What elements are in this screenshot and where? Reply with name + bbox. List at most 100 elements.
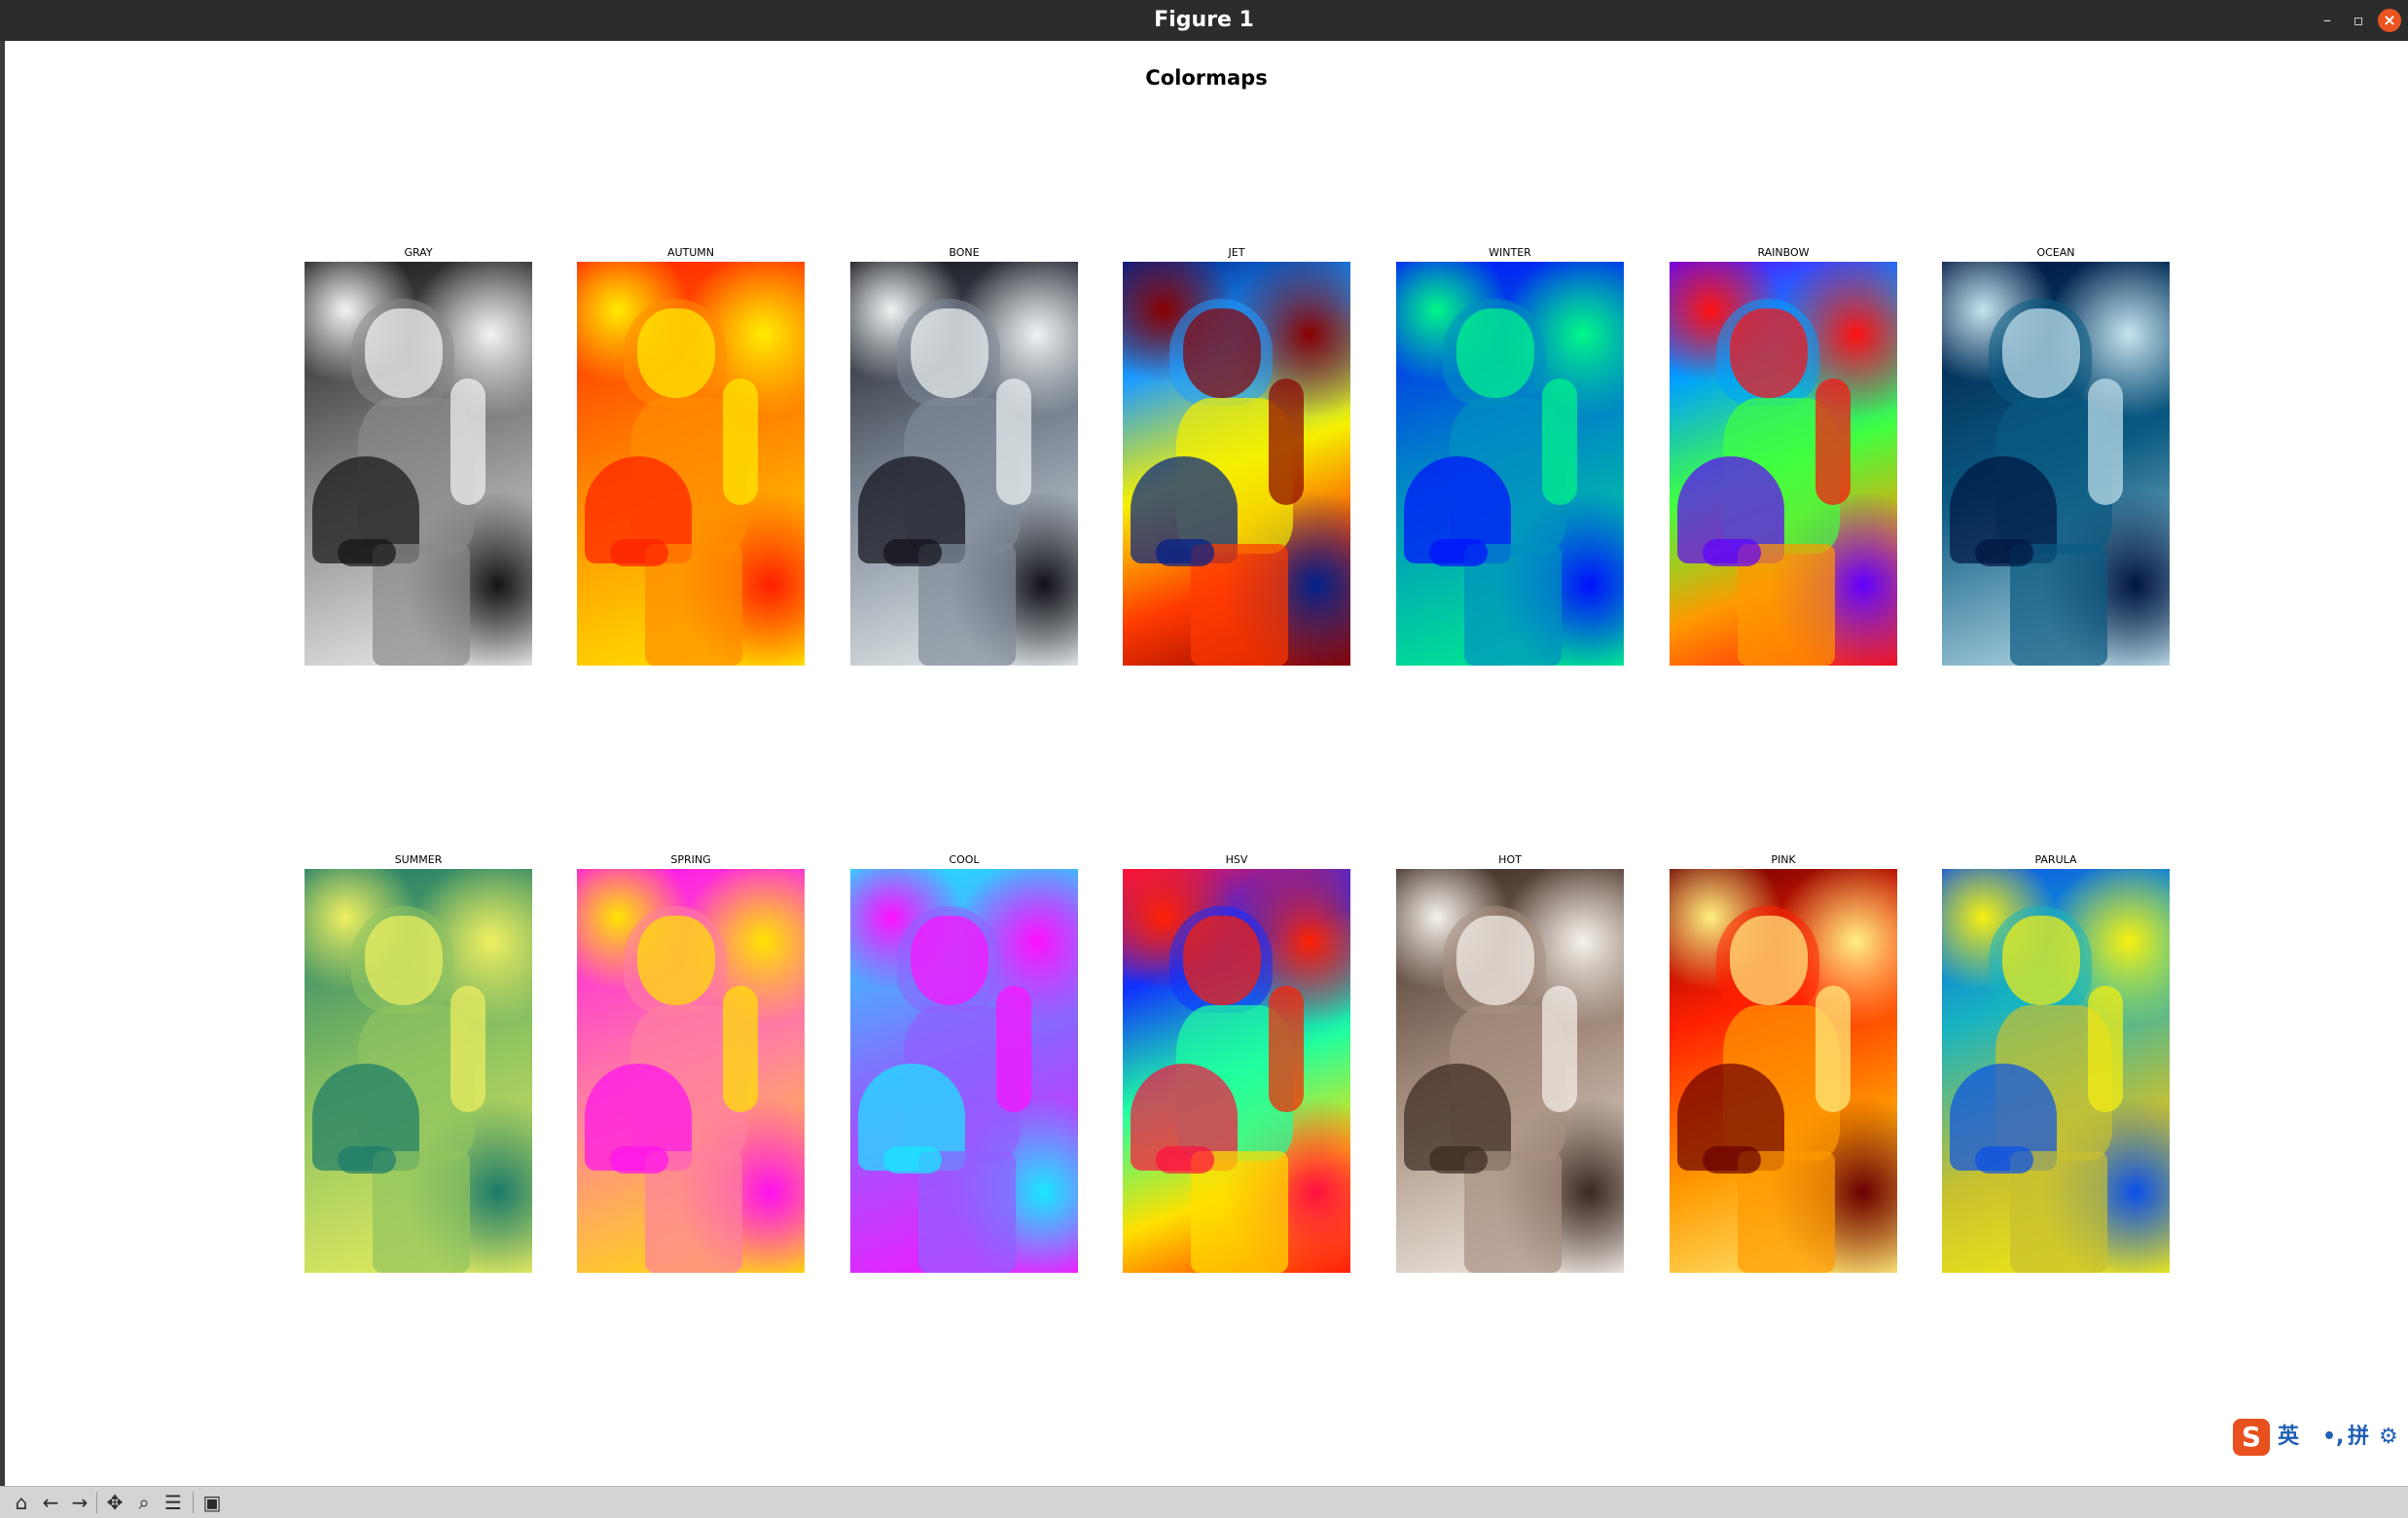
figure-silhouette [1123, 262, 1350, 666]
colormapped-image [1123, 869, 1350, 1273]
colormapped-image [1123, 262, 1350, 666]
colormap-panel-spring: SPRING [577, 853, 805, 1273]
ime-mode-toggle[interactable]: 拼 [2348, 1419, 2369, 1456]
figure-silhouette [1396, 869, 1624, 1273]
zoom-icon[interactable]: ⌕ [132, 1491, 156, 1514]
panel-title: GRAY [404, 246, 433, 259]
silhouette-arm [1269, 379, 1304, 505]
silhouette-glove [610, 539, 668, 566]
colormapped-image [577, 262, 805, 666]
ime-punctuation-toggle[interactable]: •, [2322, 1419, 2344, 1456]
silhouette-head [1456, 916, 1534, 1005]
silhouette-glove [883, 539, 942, 566]
colormap-panel-hot: HOT [1396, 853, 1624, 1273]
silhouette-arm [450, 379, 485, 505]
colormapped-image [1670, 869, 1897, 1273]
figure-silhouette [577, 869, 805, 1273]
colormap-panel-hsv: HSV [1123, 853, 1350, 1273]
silhouette-head [365, 916, 443, 1005]
save-icon[interactable]: ▣ [200, 1491, 224, 1514]
silhouette-glove [610, 1146, 668, 1174]
colormap-panel-autumn: AUTUMN [577, 246, 805, 666]
maximize-button[interactable]: ▫ [2347, 9, 2370, 32]
forward-arrow-icon[interactable]: → [68, 1491, 91, 1514]
silhouette-head [637, 916, 715, 1005]
silhouette-arm [1815, 986, 1851, 1112]
silhouette-head [637, 308, 715, 398]
back-arrow-icon[interactable]: ← [39, 1491, 62, 1514]
colormap-panel-summer: SUMMER [305, 853, 532, 1273]
minimize-button[interactable]: – [2316, 9, 2339, 32]
title-bar: Figure 1 – ▫ × [0, 0, 2408, 41]
colormapped-image [1670, 262, 1897, 666]
silhouette-arm [1269, 986, 1304, 1112]
figure-silhouette [1123, 869, 1350, 1273]
silhouette-glove [1429, 539, 1488, 566]
silhouette-head [1730, 916, 1808, 1005]
silhouette-glove [883, 1146, 942, 1174]
ime-language-toggle[interactable]: 英 [2278, 1419, 2299, 1456]
toolbar-separator [96, 1492, 97, 1513]
ime-settings-icon[interactable]: ⚙ [2379, 1419, 2398, 1456]
silhouette-arm [1542, 986, 1577, 1112]
panel-title: OCEAN [2036, 246, 2075, 259]
window-title: Figure 1 [1154, 8, 1254, 32]
silhouette-head [1183, 308, 1261, 398]
navigation-toolbar: ⌂ ← → ✥ ⌕ ☰ ▣ [0, 1486, 2408, 1518]
figure-silhouette [305, 262, 532, 666]
pan-icon[interactable]: ✥ [103, 1491, 126, 1514]
figure-silhouette [1942, 869, 2170, 1273]
silhouette-arm [450, 986, 485, 1112]
silhouette-head [1183, 916, 1261, 1005]
silhouette-arm [1542, 379, 1577, 505]
toolbar-separator [193, 1492, 194, 1513]
colormapped-image [850, 262, 1078, 666]
panel-title: AUTUMN [666, 246, 715, 259]
colormap-panel-bone: BONE [850, 246, 1078, 666]
silhouette-glove [1156, 539, 1214, 566]
panel-title: RAINBOW [1757, 246, 1810, 259]
sogou-logo-icon[interactable]: S [2233, 1419, 2270, 1456]
colormap-panel-parula: PARULA [1942, 853, 2170, 1273]
colormap-panel-rainbow: RAINBOW [1670, 246, 1897, 666]
silhouette-head [1730, 308, 1808, 398]
panel-title: SPRING [670, 853, 711, 866]
figure-canvas[interactable]: Colormaps GRAY AUTUMN BONE JET WINTER RAINBOW… [5, 41, 2408, 1486]
silhouette-arm [723, 986, 758, 1112]
colormapped-image [1942, 869, 2170, 1273]
silhouette-glove [1975, 1146, 2033, 1174]
silhouette-glove [338, 1146, 396, 1174]
panel-title: SUMMER [394, 853, 443, 866]
figure-suptitle: Colormaps [1145, 66, 1268, 90]
colormapped-image [305, 869, 532, 1273]
silhouette-arm [996, 986, 1031, 1112]
figure-silhouette [577, 262, 805, 666]
colormapped-image [1396, 262, 1624, 666]
colormap-panel-gray: GRAY [305, 246, 532, 666]
silhouette-glove [338, 539, 396, 566]
silhouette-glove [1703, 539, 1761, 566]
colormapped-image [577, 869, 805, 1273]
colormap-panel-pink: PINK [1670, 853, 1897, 1273]
panel-title: JET [1228, 246, 1245, 259]
figure-silhouette [305, 869, 532, 1273]
colormap-panel-jet: JET [1123, 246, 1350, 666]
figure-window: Figure 1 – ▫ × Colormaps GRAY AUTUMN BONE J… [0, 0, 2408, 1518]
close-button[interactable]: × [2378, 9, 2401, 32]
colormapped-image [1396, 869, 1624, 1273]
panel-title: WINTER [1489, 246, 1531, 259]
silhouette-head [2002, 916, 2080, 1005]
panel-title: HSV [1225, 853, 1248, 866]
home-icon[interactable]: ⌂ [10, 1491, 33, 1514]
panel-title: PARULA [2034, 853, 2077, 866]
silhouette-arm [2088, 379, 2123, 505]
figure-silhouette [1396, 262, 1624, 666]
colormapped-image [850, 869, 1078, 1273]
silhouette-arm [2088, 986, 2123, 1112]
panel-title: PINK [1771, 853, 1796, 866]
figure-silhouette [850, 262, 1078, 666]
subplots-config-icon[interactable]: ☰ [162, 1491, 185, 1514]
colormap-panel-cool: COOL [850, 853, 1078, 1273]
panel-title: BONE [949, 246, 980, 259]
silhouette-glove [1703, 1146, 1761, 1174]
